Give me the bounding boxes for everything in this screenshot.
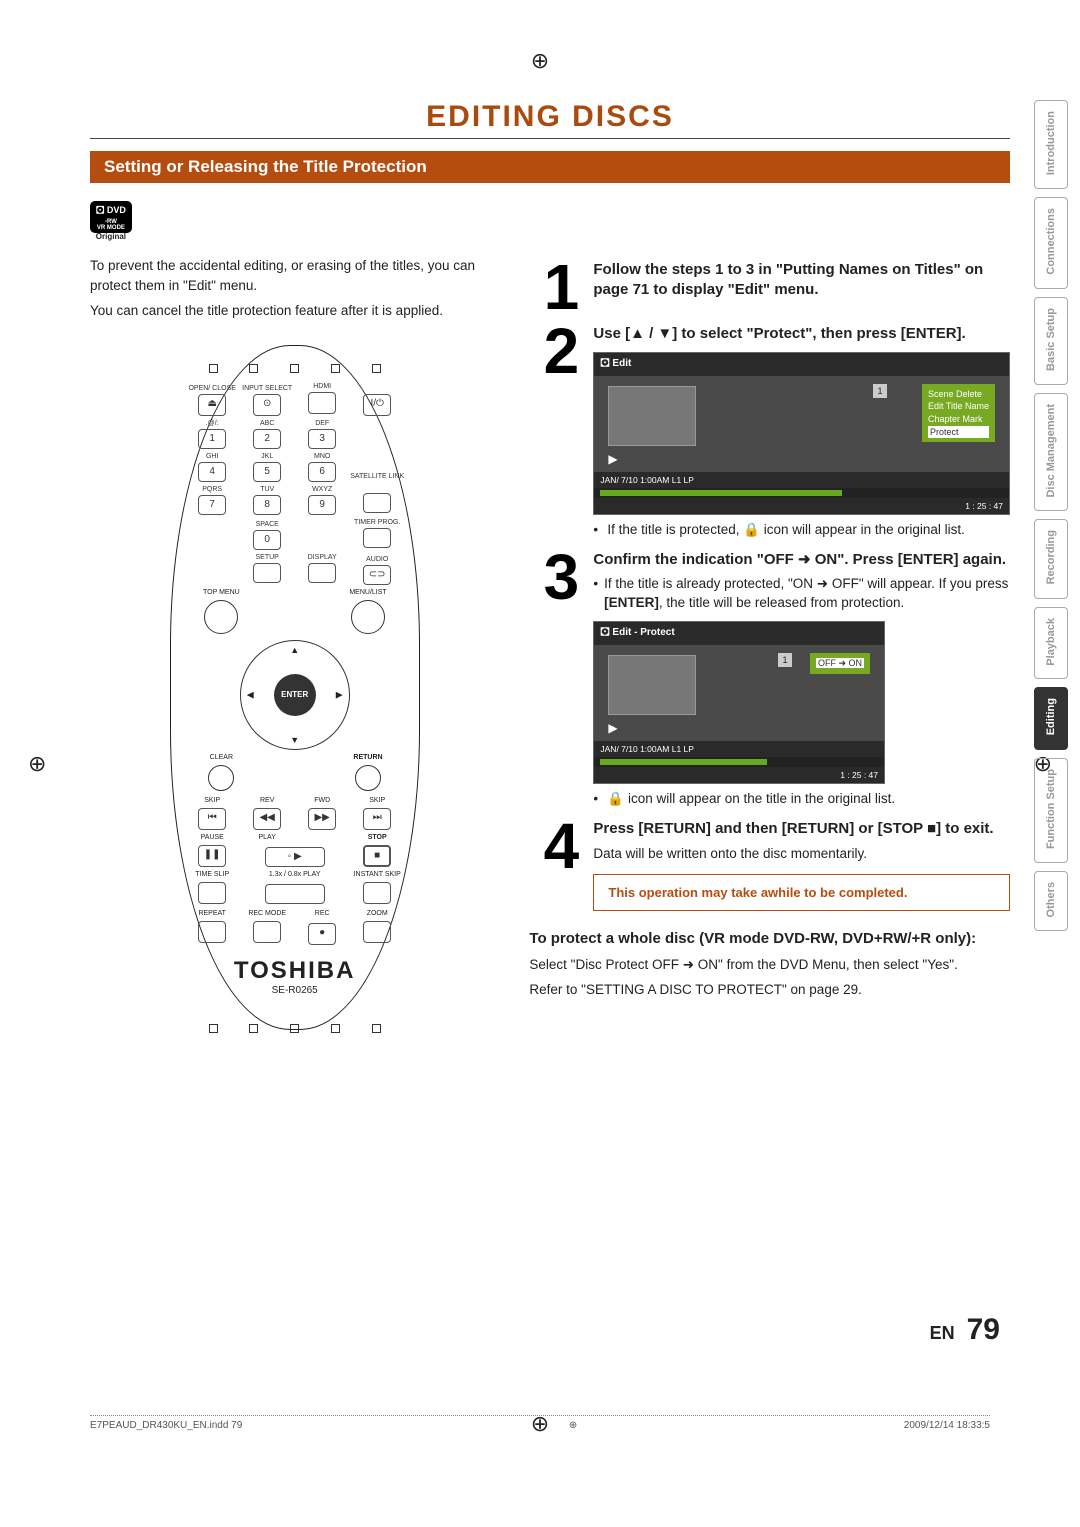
enter-button: ENTER [274,674,316,716]
step-3: 3 Confirm the indication "OFF ➜ ON". Pre… [529,550,1010,809]
tab-basic-setup[interactable]: Basic Setup [1034,297,1068,385]
step-4: 4 Press [RETURN] and then [RETURN] or [S… [529,819,1010,911]
dvd-badge: 🖸 DVD -RWVR MODE [90,201,132,233]
dvd-badge-block: 🖸 DVD -RWVR MODE Original [90,191,1010,242]
brand-logo: TOSHIBA [185,957,405,985]
tab-editing[interactable]: Editing [1034,687,1068,749]
model-number: SE-R0265 [185,985,405,996]
warning-note: This operation may take awhile to be com… [593,874,1010,911]
step-1: 1 Follow the steps 1 to 3 in "Putting Na… [529,260,1010,314]
nav-ring: ▲▼◀▶ ENTER [240,640,350,750]
print-footer: E7PEAUD_DR430KU_EN.indd 79 ⊕ 2009/12/14 … [90,1415,990,1431]
rule [90,138,1010,139]
power-button: I/⏻ [363,394,391,416]
eject-button: ⏏ [198,394,226,416]
step-2: 2 Use [▲ / ▼] to select "Protect", then … [529,324,1010,539]
screenshot-edit-protect: 🖸 Edit - Protect ▶ 1 OFF ➜ ON JAN/ 7/10 … [593,621,885,784]
register-mark-left: ⊕ [28,751,46,777]
intro-para-1: To prevent the accidental editing, or er… [90,256,499,295]
menulist-button [351,600,385,634]
register-mark-top: ⊕ [531,48,549,74]
left-column: To prevent the accidental editing, or er… [90,250,499,1030]
tab-introduction[interactable]: Introduction [1034,100,1068,189]
right-column: 1 Follow the steps 1 to 3 in "Putting Na… [529,250,1010,1030]
hdmi-button [308,392,336,414]
chapter-title: EDITING DISCS [90,100,1010,134]
tab-recording[interactable]: Recording [1034,519,1068,598]
tab-others[interactable]: Others [1034,871,1068,931]
tab-function-setup[interactable]: Function Setup [1034,758,1068,863]
clear-button [208,765,234,791]
tab-playback[interactable]: Playback [1034,607,1068,680]
page-number: EN79 [930,1313,1000,1347]
return-button [355,765,381,791]
topmenu-button [204,600,238,634]
timer-button [363,528,391,548]
tab-connections[interactable]: Connections [1034,197,1068,289]
dvd-badge-sub: Original [90,233,132,241]
remote-diagram: OPEN/ CLOSE⏏ INPUT SELECT⊙ HDMI I/⏻ .@/:… [170,345,420,1030]
whole-disc-heading: To protect a whole disc (VR mode DVD-RW,… [529,929,1010,949]
input-button: ⊙ [253,394,281,416]
manual-page: ⊕ ⊕ ⊕ ⊕ EDITING DISCS Setting or Releasi… [0,0,1080,1527]
satellite-button [363,493,391,513]
section-heading: Setting or Releasing the Title Protectio… [90,151,1010,183]
whole-disc-line1: Select "Disc Protect OFF ➜ ON" from the … [529,955,1010,975]
screenshot-edit-menu: 🖸 Edit ▶ 1 Scene Delete Edit Title Name … [593,352,1010,515]
intro-para-2: You can cancel the title protection feat… [90,301,499,321]
whole-disc-line2: Refer to "SETTING A DISC TO PROTECT" on … [529,980,1010,1000]
tab-disc-management[interactable]: Disc Management [1034,393,1068,512]
section-tabs: Introduction Connections Basic Setup Dis… [1034,100,1068,931]
